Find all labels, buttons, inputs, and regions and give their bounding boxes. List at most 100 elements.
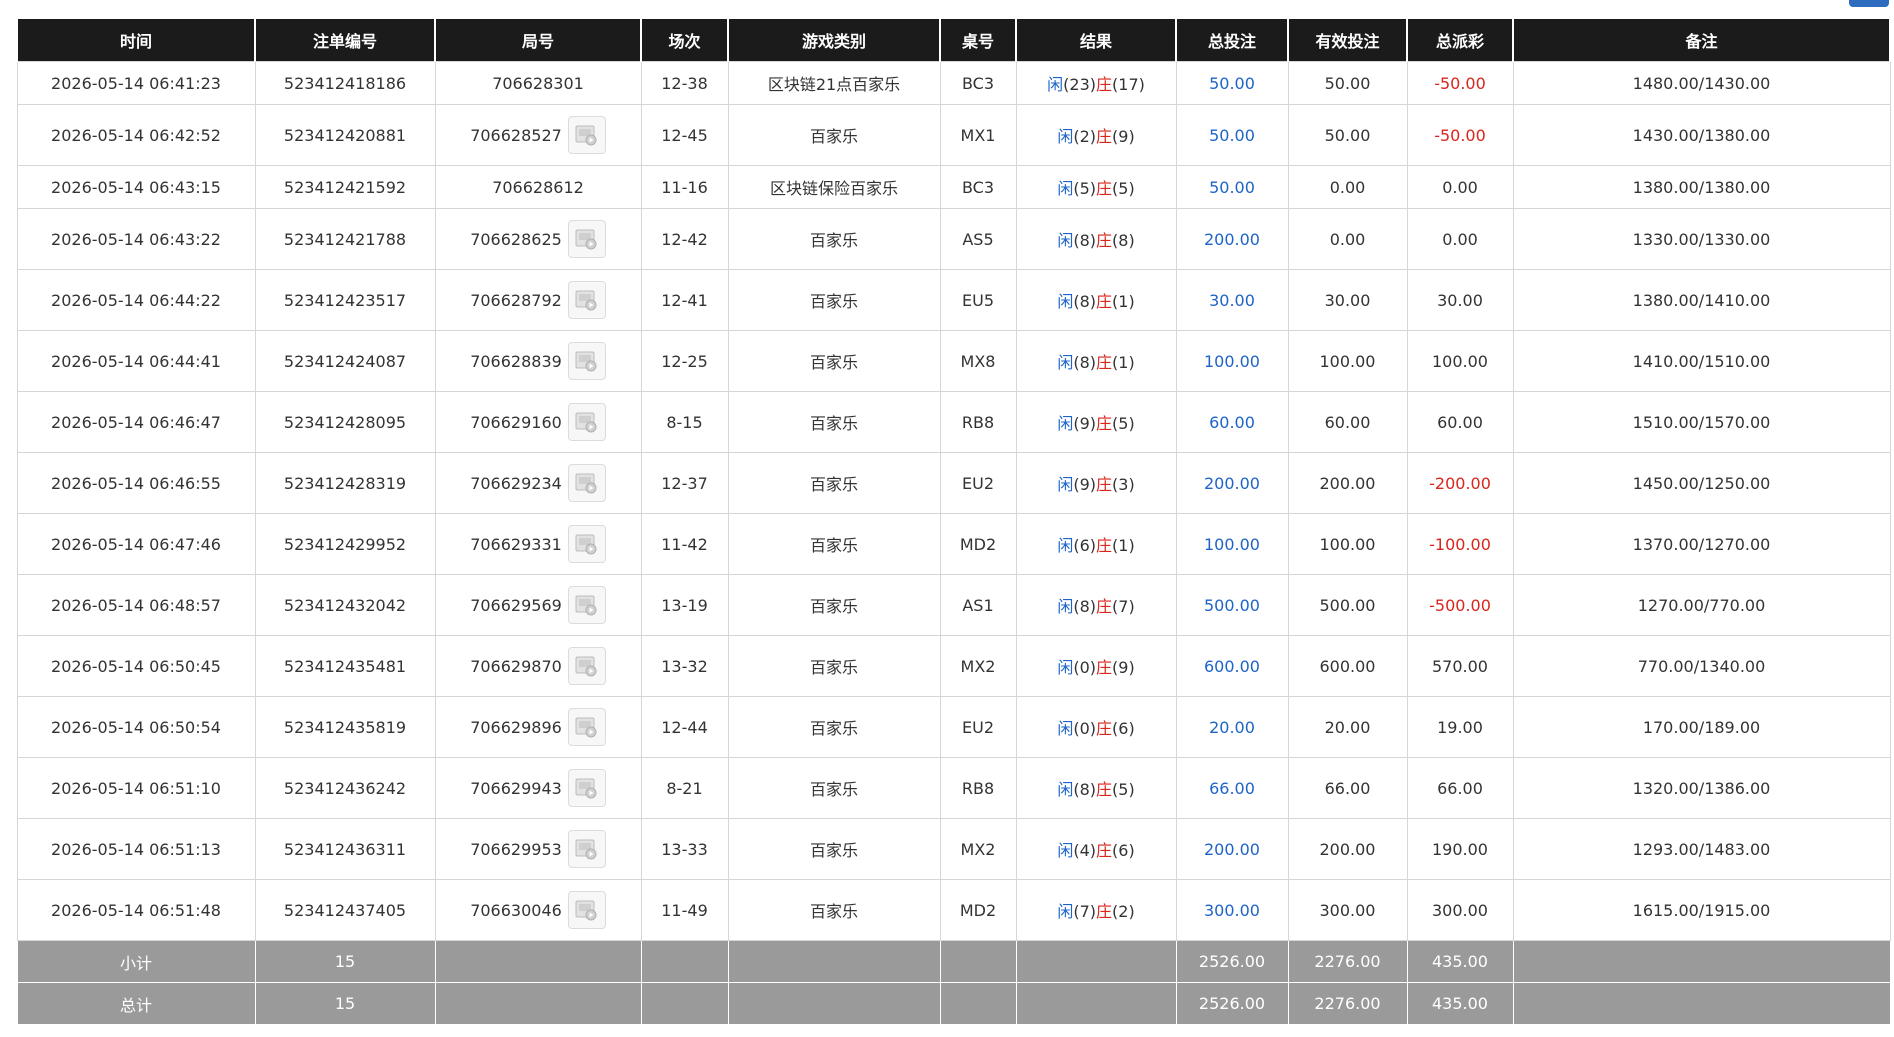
cell-valid-bet: 600.00 — [1287, 635, 1408, 697]
result-banker-label: 庄 — [1096, 658, 1113, 677]
replay-video-icon[interactable] — [567, 891, 606, 929]
replay-video-icon[interactable] — [567, 708, 606, 746]
result-banker-score: (8) — [1112, 231, 1135, 250]
cell-result: 闲(6)庄(1) — [1015, 513, 1177, 575]
table-row: 2026-05-14 06:50:45 523412435481 706629870… — [16, 635, 1891, 697]
cell-round: 706628625 — [434, 208, 642, 270]
cell-table: RB8 — [939, 757, 1017, 819]
cell-note: 1270.00/770.00 — [1512, 574, 1891, 636]
round-id: 706629896 — [470, 717, 562, 737]
cell-total-bet: 200.00 — [1175, 452, 1289, 514]
cell-time: 2026-05-14 06:46:47 — [16, 391, 256, 453]
cell-table: EU2 — [939, 696, 1017, 758]
replay-video-icon[interactable] — [567, 647, 606, 685]
cell-session: 8-15 — [640, 391, 729, 453]
grand-total-label: 总计 — [16, 982, 256, 1025]
cell-time: 2026-05-14 06:44:22 — [16, 269, 256, 331]
cell-note: 1480.00/1430.00 — [1512, 61, 1891, 105]
cell-total-bet: 60.00 — [1175, 391, 1289, 453]
subtotal-label: 小计 — [16, 940, 256, 983]
cell-valid-bet: 100.00 — [1287, 330, 1408, 392]
round-id: 706628839 — [470, 351, 562, 371]
result-player-score: (5) — [1073, 179, 1096, 198]
cell-bet-id: 523412436311 — [254, 818, 436, 880]
cell-session: 11-49 — [640, 879, 729, 941]
cell-total-bet: 600.00 — [1175, 635, 1289, 697]
cell-note: 1615.00/1915.00 — [1512, 879, 1891, 941]
replay-video-icon[interactable] — [567, 830, 606, 868]
replay-video-icon[interactable] — [567, 220, 606, 258]
result-player-label: 闲 — [1057, 231, 1074, 250]
cell-session: 12-41 — [640, 269, 729, 331]
replay-video-icon[interactable] — [567, 116, 606, 154]
table-row: 2026-05-14 06:42:52 523412420881 706628527… — [16, 104, 1891, 166]
round-id: 706629943 — [470, 778, 562, 798]
cell-total-bet: 200.00 — [1175, 818, 1289, 880]
cell-time: 2026-05-14 06:48:57 — [16, 574, 256, 636]
table-row: 2026-05-14 06:46:47 523412428095 706629160… — [16, 391, 1891, 453]
result-player-label: 闲 — [1057, 780, 1074, 799]
cell-total-bet: 50.00 — [1175, 61, 1289, 105]
result-player-label: 闲 — [1057, 597, 1074, 616]
result-banker-score: (1) — [1112, 292, 1135, 311]
round-id: 706629234 — [470, 473, 562, 493]
result-banker-label: 庄 — [1096, 841, 1113, 860]
col-header-round: 局号 — [434, 19, 642, 62]
cell-session: 8-21 — [640, 757, 729, 819]
cell-game: 百家乐 — [727, 391, 941, 453]
cell-round: 706629331 — [434, 513, 642, 575]
result-banker-score: (9) — [1112, 127, 1135, 146]
cell-result: 闲(9)庄(3) — [1015, 452, 1177, 514]
cell-payout: -500.00 — [1406, 574, 1514, 636]
result-player-score: (6) — [1073, 536, 1096, 555]
cell-game: 百家乐 — [727, 879, 941, 941]
grand-total-payout: 435.00 — [1406, 982, 1514, 1025]
cell-valid-bet: 200.00 — [1287, 818, 1408, 880]
cell-game: 百家乐 — [727, 635, 941, 697]
result-player-label: 闲 — [1057, 719, 1074, 738]
table-row: 2026-05-14 06:51:13 523412436311 706629953… — [16, 818, 1891, 880]
cell-valid-bet: 300.00 — [1287, 879, 1408, 941]
cell-valid-bet: 60.00 — [1287, 391, 1408, 453]
top-right-button[interactable] — [1849, 0, 1889, 7]
grand-total-row: 总计 15 2526.00 2276.00 435.00 — [16, 982, 1891, 1025]
replay-video-icon[interactable] — [567, 586, 606, 624]
cell-valid-bet: 200.00 — [1287, 452, 1408, 514]
cell-bet-id: 523412432042 — [254, 574, 436, 636]
cell-total-bet: 66.00 — [1175, 757, 1289, 819]
cell-bet-id: 523412421592 — [254, 165, 436, 209]
replay-video-icon[interactable] — [567, 769, 606, 807]
cell-result: 闲(8)庄(5) — [1015, 757, 1177, 819]
result-player-score: (2) — [1073, 127, 1096, 146]
cell-result: 闲(8)庄(7) — [1015, 574, 1177, 636]
result-player-score: (0) — [1073, 658, 1096, 677]
cell-time: 2026-05-14 06:50:45 — [16, 635, 256, 697]
cell-total-bet: 500.00 — [1175, 574, 1289, 636]
table-row: 2026-05-14 06:48:57 523412432042 706629569… — [16, 574, 1891, 636]
subtotal-payout: 435.00 — [1406, 940, 1514, 983]
cell-game: 百家乐 — [727, 757, 941, 819]
table-row: 2026-05-14 06:43:15 523412421592 706628612… — [16, 165, 1891, 209]
result-banker-score: (2) — [1112, 902, 1135, 921]
cell-result: 闲(9)庄(5) — [1015, 391, 1177, 453]
cell-valid-bet: 500.00 — [1287, 574, 1408, 636]
cell-session: 12-38 — [640, 61, 729, 105]
cell-note: 1410.00/1510.00 — [1512, 330, 1891, 392]
result-banker-score: (9) — [1112, 658, 1135, 677]
col-header-session: 场次 — [640, 19, 729, 62]
cell-time: 2026-05-14 06:43:15 — [16, 165, 256, 209]
cell-session: 12-37 — [640, 452, 729, 514]
replay-video-icon[interactable] — [567, 525, 606, 563]
replay-video-icon[interactable] — [567, 281, 606, 319]
cell-valid-bet: 20.00 — [1287, 696, 1408, 758]
replay-video-icon[interactable] — [567, 342, 606, 380]
round-id: 706628527 — [470, 125, 562, 145]
result-player-label: 闲 — [1057, 292, 1074, 311]
replay-video-icon[interactable] — [567, 403, 606, 441]
cell-round: 706629896 — [434, 696, 642, 758]
replay-video-icon[interactable] — [567, 464, 606, 502]
col-header-total-bet: 总投注 — [1175, 19, 1289, 62]
round-id: 706629569 — [470, 595, 562, 615]
cell-valid-bet: 100.00 — [1287, 513, 1408, 575]
result-banker-score: (5) — [1112, 414, 1135, 433]
